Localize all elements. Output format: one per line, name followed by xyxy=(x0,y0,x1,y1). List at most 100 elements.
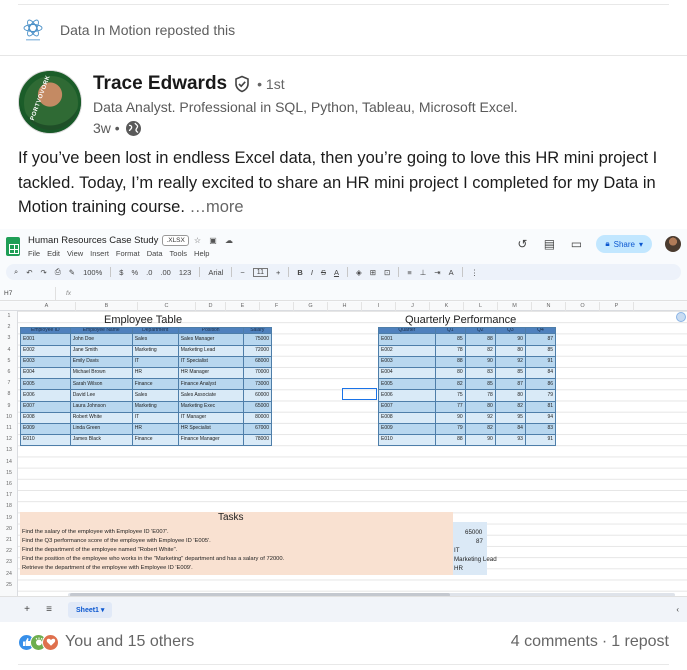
column-header: H xyxy=(328,302,362,311)
table-row: E002 78 82 80 85 xyxy=(378,344,557,357)
author-avatar[interactable]: PORTVOVORK xyxy=(18,70,82,134)
table-row: E006 David Lee Sales Sales Associate 60000 xyxy=(20,389,273,402)
sheet-grid: ABCDEFGHIJKLMNOP 1 2 3 4 5 6 7 8 9 10 11 12 13 14 15 16… xyxy=(0,302,687,596)
table-cell: 85 xyxy=(434,333,466,346)
table-cell: Sarah Wilson xyxy=(69,378,133,391)
author-name[interactable]: Trace Edwards xyxy=(93,73,227,95)
merge-icon: ⊡ xyxy=(384,267,391,277)
table-cell: Emily Davis xyxy=(69,355,133,368)
table-cell: E009 xyxy=(20,422,71,436)
name-box: H7 xyxy=(0,287,56,300)
undo-icon: ↶ xyxy=(26,267,33,277)
task-answer: 87 xyxy=(476,538,483,545)
table-cell: 80 xyxy=(494,389,526,402)
table-cell: E002 xyxy=(378,344,436,357)
repost-source[interactable]: Data In Motion xyxy=(60,22,151,38)
reaction-icons[interactable]: You and 15 others xyxy=(18,633,194,651)
column-header: J xyxy=(396,302,430,311)
author-block: Trace Edwards • 1st Data Analyst. Profes… xyxy=(93,72,518,137)
row-header: 4 xyxy=(7,346,11,353)
reactions-count[interactable]: You and 15 others xyxy=(65,633,194,651)
spreadsheet-image[interactable]: Human Resources Case Study .XLSX ☆ ▣ ☁ F… xyxy=(0,229,687,622)
all-sheets-icon: ≡ xyxy=(46,604,52,615)
redo-icon: ↷ xyxy=(40,267,47,277)
row-header: 15 xyxy=(6,469,12,476)
table-cell: 73000 xyxy=(242,378,273,391)
paint-format-icon: ✎ xyxy=(68,267,76,277)
table-cell: 81 xyxy=(524,400,557,413)
table-cell: E008 xyxy=(20,411,71,424)
bottom-divider xyxy=(18,664,669,665)
table-cell: 88 xyxy=(434,434,466,447)
task-answer: HR xyxy=(454,565,463,572)
employee-table-title: Employee Table xyxy=(104,314,183,326)
table-row: E003 Emily Davis IT IT Specialist 68000 xyxy=(20,355,273,368)
add-sheet-icon: + xyxy=(24,604,30,615)
comments-count[interactable]: 4 comments xyxy=(511,633,598,651)
table-cell: E005 xyxy=(20,378,71,391)
table-cell: Sales xyxy=(131,333,179,346)
sheets-right-tools: ↺ ▤ ▭ 🔒︎ Share ▾ xyxy=(515,235,681,253)
table-cell: 60000 xyxy=(242,389,273,402)
file-type-badge: .XLSX xyxy=(162,235,189,246)
user-avatar xyxy=(665,236,681,252)
table-cell: HR xyxy=(131,422,179,436)
table-cell: 83 xyxy=(524,422,557,436)
selected-cell xyxy=(342,388,377,400)
table-cell: 85 xyxy=(494,366,526,380)
menu-tools: Tools xyxy=(169,249,188,258)
table-cell: 88 xyxy=(434,355,466,368)
font-size-field: 11 xyxy=(252,267,269,277)
table-cell: IT xyxy=(131,411,179,424)
table-cell: John Doe xyxy=(69,333,133,346)
table-cell: E007 xyxy=(378,400,436,413)
meet-icon: ▭ xyxy=(570,237,583,251)
font-family-select: Arial xyxy=(208,267,224,277)
row-header: 13 xyxy=(6,447,12,454)
table-cell: HR Specialist xyxy=(177,422,244,436)
table-cell: Robert White xyxy=(69,411,133,424)
menu-edit: Edit xyxy=(47,249,61,258)
see-more-link[interactable]: …more xyxy=(190,198,244,216)
table-cell: Marketing xyxy=(131,344,179,357)
table-cell: 75 xyxy=(434,389,466,402)
italic-icon: I xyxy=(310,267,313,277)
valign-icon: ⊥ xyxy=(419,267,427,277)
stats-separator: · xyxy=(601,633,608,650)
font-decrease-icon: − xyxy=(240,267,245,277)
reposts-count[interactable]: 1 repost xyxy=(611,633,669,651)
answers-box: 65000 87 IT Marketing Lead HR xyxy=(453,522,497,575)
table-row: E001 John Doe Sales Sales Manager 75000 xyxy=(20,333,273,346)
table-cell: IT Manager xyxy=(177,411,244,424)
table-cell: David Lee xyxy=(69,389,133,402)
toolbar-separator xyxy=(461,267,463,277)
table-cell: 90 xyxy=(434,411,466,424)
bold-icon: B xyxy=(297,267,303,277)
table-cell: E005 xyxy=(378,378,436,391)
column-header: O xyxy=(566,302,600,311)
table-cell: Jane Smith xyxy=(69,344,133,357)
sheet-tab-label: Sheet1 xyxy=(76,606,99,614)
formula-bar: H7 fx xyxy=(0,287,687,301)
data-in-motion-logo-icon[interactable] xyxy=(18,15,48,45)
header-divider xyxy=(0,55,687,56)
table-cell: IT Specialist xyxy=(177,355,244,368)
table-cell: 87 xyxy=(494,378,526,391)
table-cell: 70000 xyxy=(242,366,273,380)
wrap-icon: ⇥ xyxy=(434,267,441,277)
table-cell: 82 xyxy=(464,344,496,357)
table-cell: 78000 xyxy=(242,434,273,447)
top-divider xyxy=(18,4,669,5)
table-cell: 82 xyxy=(434,378,466,391)
table-row: E009 79 82 84 83 xyxy=(378,422,557,436)
quarterly-table: Quarter Q1 Q2 Q3 Q4 E001 85 88 90 87 E002 78 82 80 85 E… xyxy=(378,326,557,447)
table-row: E009 Linda Green HR HR Specialist 67000 xyxy=(20,422,273,436)
table-cell: E004 xyxy=(20,366,71,380)
table-cell: Michael Brown xyxy=(69,366,133,380)
row-header: 25 xyxy=(6,581,12,588)
percent-format: % xyxy=(131,267,139,277)
table-cell: Marketing Lead xyxy=(177,344,244,357)
menu-insert: Insert xyxy=(90,249,109,258)
table-cell: Sales Associate xyxy=(177,389,244,402)
table-row: E001 85 88 90 87 xyxy=(378,333,557,346)
